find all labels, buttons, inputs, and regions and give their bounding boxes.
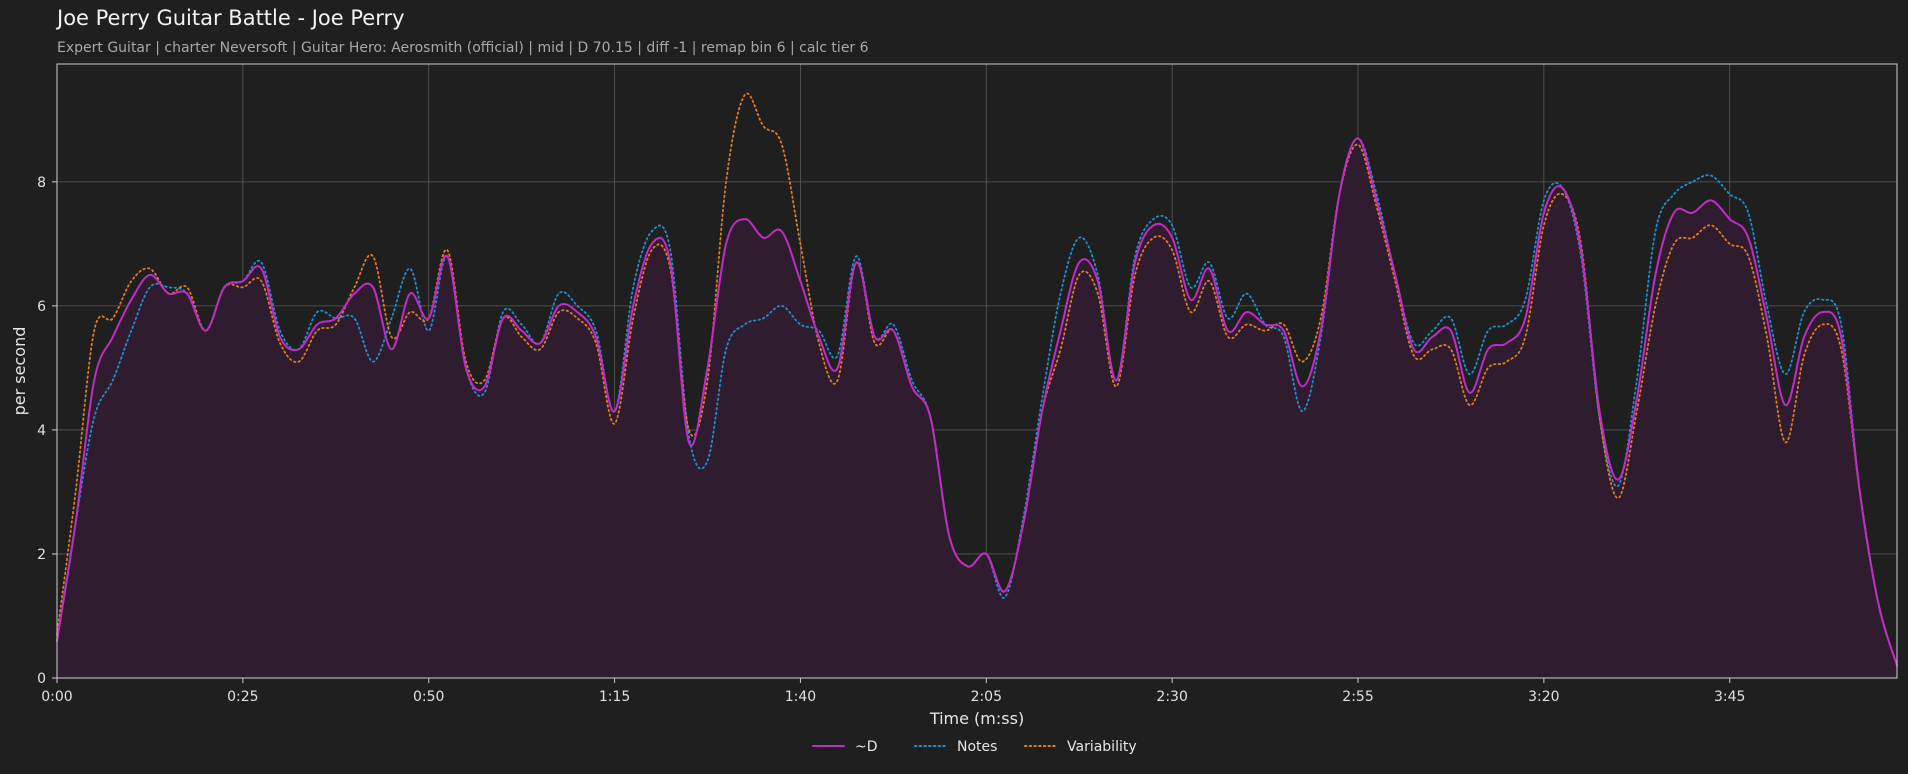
y-tick-label: 4 bbox=[37, 423, 46, 439]
x-tick-label: 2:55 bbox=[1342, 689, 1373, 705]
x-tick-label: 2:05 bbox=[971, 689, 1002, 705]
fill-layer bbox=[57, 138, 1897, 678]
y-tick-label: 0 bbox=[37, 671, 46, 687]
legend: ~D Notes Variability bbox=[812, 739, 1137, 755]
chart-canvas: 0:00 0:25 0:50 1:15 1:40 2:05 2:30 2:55 3:20 3:45… bbox=[10, 63, 1898, 755]
y-tick-label: 2 bbox=[37, 547, 46, 563]
y-tick-label: 6 bbox=[37, 299, 46, 315]
x-tick-label: 1:15 bbox=[599, 689, 630, 705]
x-tick-label: 3:45 bbox=[1714, 689, 1745, 705]
series-fill-area bbox=[57, 138, 1897, 678]
x-axis-label: Time (m:ss) bbox=[929, 709, 1024, 728]
legend-label: Notes bbox=[957, 739, 997, 755]
x-tick-label: 0:00 bbox=[41, 689, 72, 705]
x-tick-label: 0:50 bbox=[413, 689, 444, 705]
x-tick-label: 3:20 bbox=[1528, 689, 1559, 705]
y-axis-label: per second bbox=[10, 327, 29, 416]
y-tick-label: 8 bbox=[37, 175, 46, 191]
x-tick-label: 2:30 bbox=[1156, 689, 1187, 705]
legend-label: ~D bbox=[855, 739, 878, 755]
legend-label: Variability bbox=[1067, 739, 1137, 755]
x-tick-label: 1:40 bbox=[785, 689, 816, 705]
x-tick-label: 0:25 bbox=[227, 689, 258, 705]
